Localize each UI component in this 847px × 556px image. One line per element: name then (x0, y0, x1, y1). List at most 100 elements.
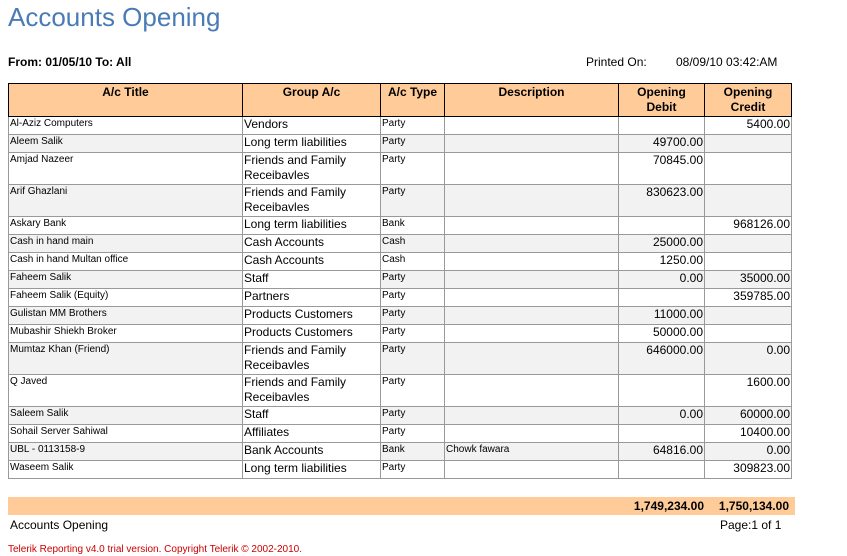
copyright-notice: Telerik Reporting v4.0 trial version. Co… (8, 544, 302, 555)
table-row: Mubashir Shiekh Broker Products Customers… (8, 324, 792, 343)
cell-group: Long term liabilities (242, 216, 381, 235)
cell-credit: 5400.00 (704, 116, 792, 135)
cell-title: Cash in hand Multan office (8, 252, 243, 271)
cell-type: Party (380, 134, 445, 153)
cell-debit: 646000.00 (618, 342, 705, 375)
table-header-row: A/c Title Group A/c A/c Type Description… (8, 83, 792, 117)
column-header-debit: Opening Debit (618, 83, 705, 117)
total-debit: 1,749,234.00 (633, 499, 704, 513)
cell-credit: 60000.00 (704, 406, 792, 425)
cell-description (444, 288, 619, 307)
cell-type: Party (380, 424, 445, 443)
cell-credit (704, 234, 792, 253)
table-row: UBL - 0113158-9 Bank Accounts Bank Chowk fa… (8, 442, 792, 461)
cell-description: Chowk fawara (444, 442, 619, 461)
column-header-group: Group A/c (242, 83, 381, 117)
cell-type: Party (380, 116, 445, 135)
cell-type: Party (380, 152, 445, 185)
column-header-description: Description (444, 83, 619, 117)
page-number: Page:1 of 1 (720, 518, 782, 532)
cell-title: Aleem Salik (8, 134, 243, 153)
accounts-table: A/c Title Group A/c A/c Type Description… (8, 83, 792, 479)
cell-credit: 1600.00 (704, 374, 792, 407)
cell-group: Cash Accounts (242, 252, 381, 271)
cell-group: Vendors (242, 116, 381, 135)
cell-debit: 830623.00 (618, 184, 705, 217)
report-title: Accounts Opening (8, 2, 221, 32)
cell-description (444, 460, 619, 479)
cell-title: Arif Ghazlani (8, 184, 243, 217)
table-row: Faheem Salik Staff Party 0.00 35000.00 (8, 270, 792, 289)
cell-credit: 0.00 (704, 342, 792, 375)
cell-debit: 64816.00 (618, 442, 705, 461)
table-row: Cash in hand main Cash Accounts Cash 25000.… (8, 234, 792, 253)
printed-on-value: 08/09/10 03:42:AM (676, 55, 778, 69)
cell-group: Products Customers (242, 306, 381, 325)
cell-type: Party (380, 342, 445, 375)
cell-description (444, 424, 619, 443)
cell-type: Party (380, 270, 445, 289)
cell-debit: 49700.00 (618, 134, 705, 153)
cell-title: Q Javed (8, 374, 243, 407)
cell-title: Faheem Salik (Equity) (8, 288, 243, 307)
cell-type: Party (380, 306, 445, 325)
table-row: Waseem Salik Long term liabilities Party 30… (8, 460, 792, 479)
cell-group: Bank Accounts (242, 442, 381, 461)
cell-description (444, 306, 619, 325)
cell-debit: 70845.00 (618, 152, 705, 185)
table-row: Gulistan MM Brothers Products Customers Pa… (8, 306, 792, 325)
cell-credit: 359785.00 (704, 288, 792, 307)
cell-group: Staff (242, 406, 381, 425)
table-row: Q Javed Friends and Family Receibavles Par… (8, 374, 792, 407)
cell-description (444, 152, 619, 185)
cell-description (444, 252, 619, 271)
table-row: Al-Aziz Computers Vendors Party 5400.00 (8, 116, 792, 135)
cell-group: Long term liabilities (242, 460, 381, 479)
cell-group: Cash Accounts (242, 234, 381, 253)
cell-type: Party (380, 460, 445, 479)
cell-debit (618, 424, 705, 443)
total-credit: 1,750,134.00 (718, 499, 789, 513)
column-header-credit: Opening Credit (704, 83, 792, 117)
totals-row: 1,749,234.00 1,750,134.00 (8, 497, 795, 515)
cell-debit: 11000.00 (618, 306, 705, 325)
table-row: Cash in hand Multan office Cash Accounts C… (8, 252, 792, 271)
cell-title: Amjad Nazeer (8, 152, 243, 185)
cell-type: Party (380, 324, 445, 343)
cell-group: Products Customers (242, 324, 381, 343)
cell-description (444, 234, 619, 253)
cell-credit: 35000.00 (704, 270, 792, 289)
cell-debit (618, 116, 705, 135)
cell-debit (618, 374, 705, 407)
cell-title: Askary Bank (8, 216, 243, 235)
cell-credit: 0.00 (704, 442, 792, 461)
cell-type: Bank (380, 442, 445, 461)
cell-type: Cash (380, 234, 445, 253)
cell-group: Friends and Family Receibavles (242, 342, 381, 375)
cell-debit (618, 460, 705, 479)
cell-credit (704, 184, 792, 217)
cell-description (444, 216, 619, 235)
cell-type: Party (380, 184, 445, 217)
cell-credit (704, 306, 792, 325)
cell-type: Party (380, 288, 445, 307)
table-row: Askary Bank Long term liabilities Bank 9681… (8, 216, 792, 235)
table-row: Faheem Salik (Equity) Partners Party 359785… (8, 288, 792, 307)
cell-description (444, 324, 619, 343)
cell-debit: 1250.00 (618, 252, 705, 271)
cell-type: Bank (380, 216, 445, 235)
cell-credit (704, 252, 792, 271)
cell-group: Affiliates (242, 424, 381, 443)
table-row: Mumtaz Khan (Friend) Friends and Family R… (8, 342, 792, 375)
cell-type: Party (380, 374, 445, 407)
cell-title: Sohail Server Sahiwal (8, 424, 243, 443)
cell-description (444, 116, 619, 135)
cell-debit (618, 288, 705, 307)
cell-title: Faheem Salik (8, 270, 243, 289)
footer-report-name: Accounts Opening (10, 518, 109, 532)
cell-credit: 10400.00 (704, 424, 792, 443)
table-row: Amjad Nazeer Friends and Family Receibavl… (8, 152, 792, 185)
cell-type: Party (380, 406, 445, 425)
cell-debit: 0.00 (618, 270, 705, 289)
column-header-title: A/c Title (8, 83, 243, 117)
